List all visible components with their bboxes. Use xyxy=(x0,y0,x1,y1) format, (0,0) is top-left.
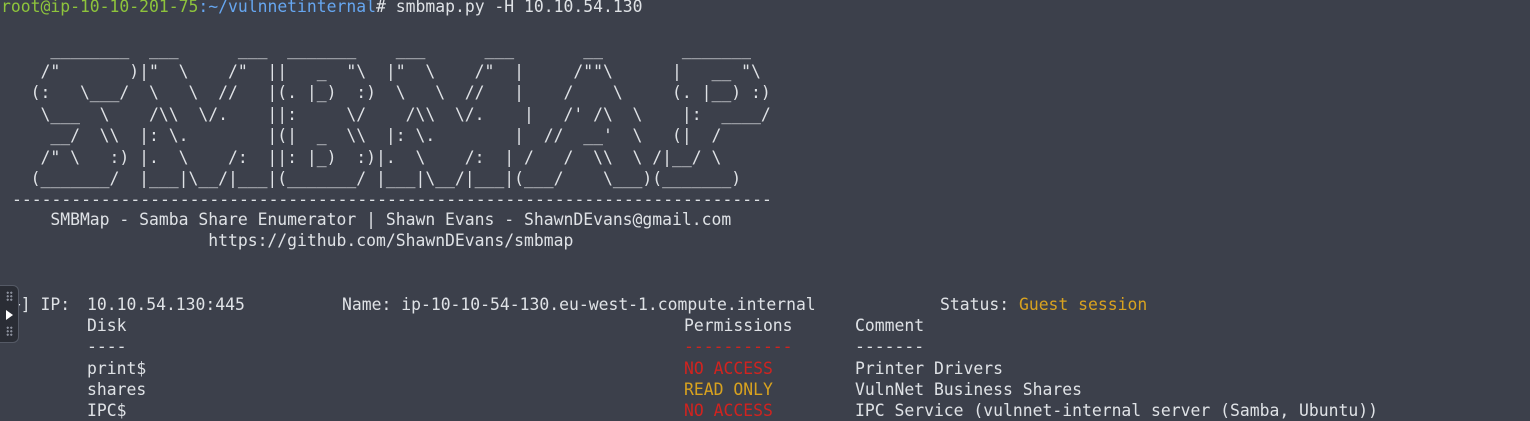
banner-ascii-line: (: \___/ \ \ // |(. |_) :) \ \ // | / \ … xyxy=(1,83,771,102)
banner-ascii-line: (_______/ |___|\__/|___|(_______/ |___|\… xyxy=(1,169,742,188)
table-row-permissions: NO ACCESS xyxy=(684,401,773,420)
status-badge: Guest session xyxy=(1018,295,1148,314)
table-row-disk: shares xyxy=(87,380,147,399)
table-row-permissions: READ ONLY xyxy=(684,380,773,399)
grip-handle-icon xyxy=(6,326,13,336)
table-header-comment: Comment xyxy=(855,316,925,335)
banner-ascii-line: \___ \ /\\ \/. ||: \/ /\\ \/. | /' /\ \ … xyxy=(1,105,771,124)
table-row-permissions: NO ACCESS xyxy=(684,359,773,378)
prompt-symbol: # xyxy=(376,0,396,16)
scan-ip: 10.10.54.130:445 xyxy=(87,295,245,314)
table-row-disk: print$ xyxy=(87,359,147,378)
scan-name-label: Name: xyxy=(342,295,402,314)
table-header-permissions: Permissions xyxy=(684,316,793,335)
prompt-line: root@ip-10-10-201-75:~/vulnnetinternal# … xyxy=(1,0,642,17)
table-underline-disk: ---- xyxy=(87,337,127,356)
table-row-comment: IPC Service (vulnnet-internal server (Sa… xyxy=(855,401,1379,420)
table-header-disk: Disk xyxy=(87,316,127,335)
scan-name: Name: ip-10-10-54-130.eu-west-1.compute.… xyxy=(342,294,816,315)
table-row-comment: Printer Drivers xyxy=(855,359,1004,378)
table-underline-comment: ------- xyxy=(855,337,925,356)
terminal-window[interactable]: root@ip-10-10-201-75:~/vulnnetinternal# … xyxy=(0,0,1530,421)
side-panel-handle[interactable] xyxy=(0,285,19,343)
prompt-path: :~/vulnnetinternal xyxy=(198,0,376,16)
prompt-user-host: root@ip-10-10-201-75 xyxy=(1,0,199,16)
banner-divider: ----------------------------------------… xyxy=(12,190,772,209)
banner-ascii-line: __/ \\ |: \. |(| _ \\ |: \. | // __' \ (… xyxy=(1,126,722,145)
banner-ascii-line: /" )|" \ /" || _ "\ |" \ /" | /""\ | __ … xyxy=(1,62,761,81)
table-row-comment: VulnNet Business Shares xyxy=(855,380,1082,399)
scan-status-label: Status: xyxy=(940,295,1019,314)
scan-name-value: ip-10-10-54-130.eu-west-1.compute.intern… xyxy=(401,295,816,314)
scan-status: Status: Guest session xyxy=(940,294,1147,315)
banner-ascii-line: /" \ :) |. \ /: ||: |_) :)|. \ /: | / / … xyxy=(1,148,722,167)
grip-handle-icon xyxy=(6,291,13,301)
banner-ascii-line: ________ ___ ___ _______ ___ ___ __ ____… xyxy=(1,40,751,59)
command-text: smbmap.py -H 10.10.54.130 xyxy=(395,0,643,16)
banner-url: https://github.com/ShawnDEvans/smbmap xyxy=(1,231,574,250)
play-icon[interactable] xyxy=(6,310,13,320)
banner-credit: SMBMap - Samba Share Enumerator | Shawn … xyxy=(1,210,732,229)
table-row-disk: IPC$ xyxy=(87,401,127,420)
table-underline-permissions: ----------- xyxy=(684,337,793,356)
